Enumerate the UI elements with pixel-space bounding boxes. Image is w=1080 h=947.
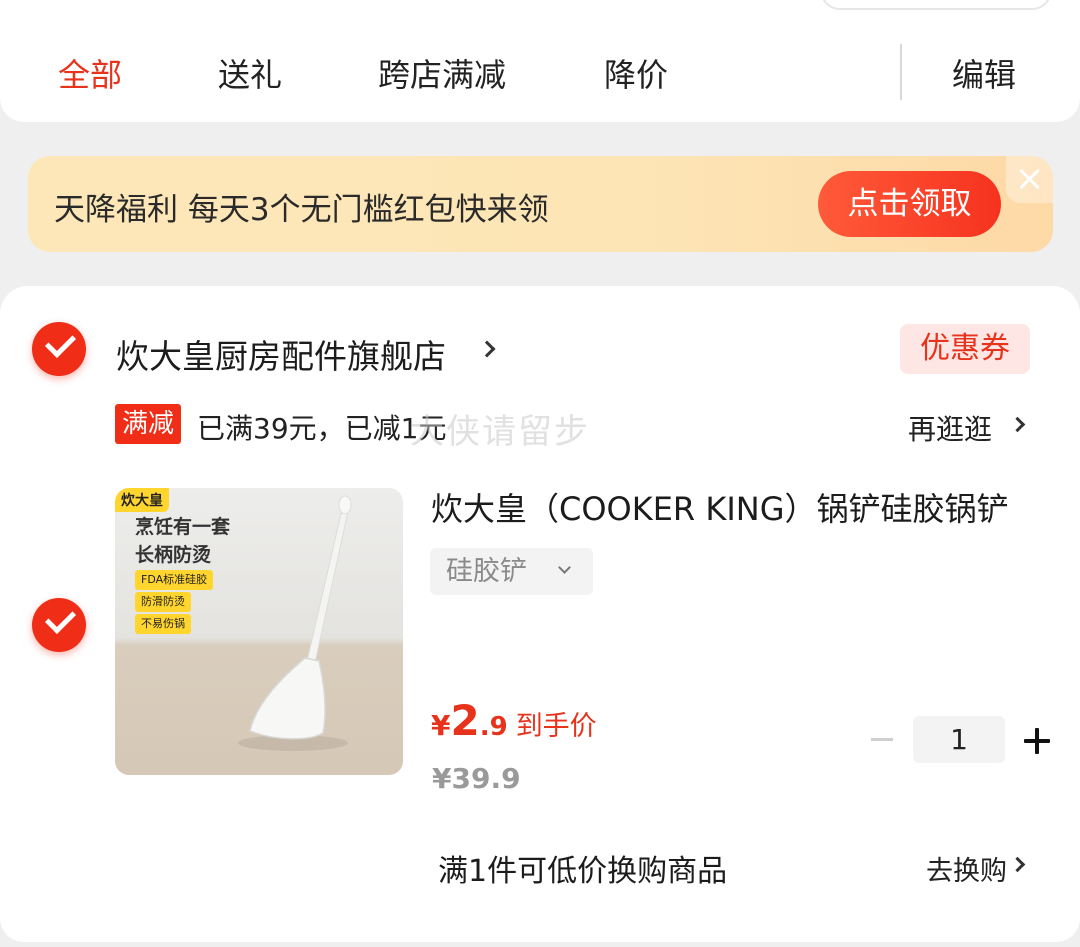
chevron-right-icon[interactable] [1009, 856, 1026, 873]
top-search-pill[interactable] [820, 0, 1052, 10]
chevron-right-icon[interactable] [1009, 416, 1026, 433]
store-name[interactable]: 炊大皇厨房配件旗舰店 [116, 330, 446, 378]
edit-button[interactable]: 编辑 [952, 50, 1016, 96]
product-checkbox-icon[interactable] [32, 598, 86, 652]
promo-tag: 满减 [115, 404, 181, 444]
tab-gift[interactable]: 送礼 [218, 50, 282, 96]
quantity-input[interactable]: 1 [913, 716, 1005, 763]
tab-cross-store-discount[interactable]: 跨店满减 [378, 50, 506, 96]
image-badge: 防滑防烫 [135, 592, 191, 612]
filter-tab-bar: 全部 送礼 跨店满减 降价 编辑 [0, 0, 1080, 122]
tab-divider [900, 44, 902, 100]
variant-selector[interactable]: 硅胶铲 [430, 548, 593, 595]
spatula-illustration [238, 495, 352, 751]
original-price: ¥39.9 [432, 762, 521, 795]
product-image[interactable]: 炊大皇 烹饪有一套 长柄防烫 FDA标准硅胶 防滑防烫 不易伤锅 [115, 488, 403, 775]
chevron-down-icon [558, 561, 571, 574]
swap-offer-text: 满1件可低价换购商品 [438, 854, 728, 889]
image-brand-label: 炊大皇 [115, 488, 169, 512]
close-icon[interactable] [1006, 156, 1053, 203]
image-subheadline: 长柄防烫 [135, 544, 212, 566]
image-badge: FDA标准硅胶 [135, 570, 214, 590]
quantity-increase-icon[interactable] [1024, 728, 1050, 754]
quantity-decrease-icon[interactable] [871, 738, 893, 741]
coupon-button[interactable]: 优惠券 [900, 324, 1030, 374]
store-card: 炊大皇厨房配件旗舰店 优惠券 满减 已满39元，已减1元 大侠请留步 再逛逛 炊… [0, 286, 1080, 942]
final-price: ¥2.9 到手价 [431, 696, 597, 745]
price-integer: 2 [450, 696, 480, 745]
price-label: 到手价 [515, 711, 597, 742]
price-decimal: .9 [479, 712, 508, 742]
swap-link[interactable]: 去换购 [926, 849, 1007, 888]
tab-price-drop[interactable]: 降价 [604, 50, 668, 96]
variant-label: 硅胶铲 [446, 556, 527, 587]
tab-all[interactable]: 全部 [58, 50, 122, 96]
red-packet-banner: 天降福利 每天3个无门槛红包快来领 点击领取 [28, 156, 1053, 252]
store-checkbox-icon[interactable] [32, 322, 86, 376]
claim-button[interactable]: 点击领取 [818, 171, 1001, 237]
chevron-right-icon[interactable] [478, 340, 496, 358]
price-currency: ¥ [431, 709, 451, 742]
product-title[interactable]: 炊大皇（COOKER KING）锅铲硅胶锅铲 [431, 484, 1009, 530]
watermark-text: 大侠请留步 [410, 412, 590, 452]
banner-text: 天降福利 每天3个无门槛红包快来领 [54, 192, 549, 228]
browse-more-link[interactable]: 再逛逛 [908, 408, 992, 448]
image-badge: 不易伤锅 [135, 614, 191, 634]
